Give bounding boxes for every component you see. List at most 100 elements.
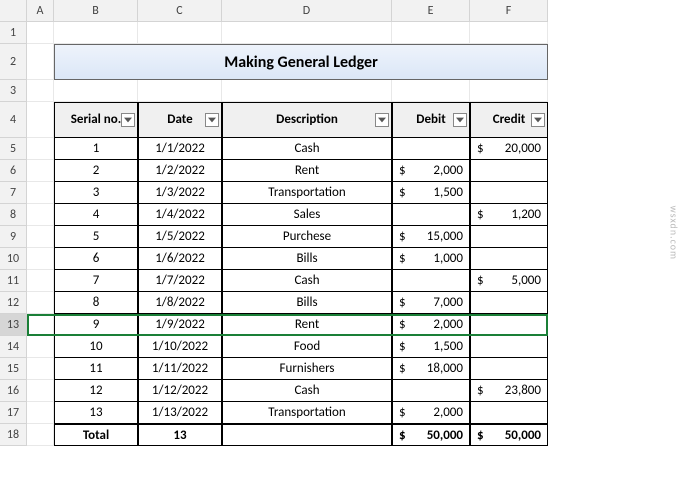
cell[interactable] [27, 424, 54, 446]
row-header-13[interactable]: 13 [0, 314, 27, 336]
total-count-cell[interactable]: 13 [138, 424, 222, 446]
cell-serial[interactable]: 9 [54, 314, 138, 336]
cell-date[interactable]: 1/10/2022 [138, 336, 222, 358]
table-header-serial-no[interactable]: Serial no. [54, 102, 138, 138]
filter-date-icon[interactable] [205, 113, 219, 127]
cell[interactable] [138, 22, 222, 44]
cell-serial[interactable]: 12 [54, 380, 138, 402]
cell-debit[interactable]: $2,000 [392, 160, 470, 182]
cell-date[interactable]: 1/9/2022 [138, 314, 222, 336]
cell-credit[interactable] [470, 314, 548, 336]
cell-credit[interactable] [470, 358, 548, 380]
cell-credit[interactable] [470, 292, 548, 314]
table-header-debit[interactable]: Debit [392, 102, 470, 138]
cell-serial[interactable]: 11 [54, 358, 138, 380]
row-header-18[interactable]: 18 [0, 424, 27, 446]
cell[interactable] [27, 226, 54, 248]
total-credit-cell[interactable]: $50,000 [470, 424, 548, 446]
cell-credit[interactable]: $20,000 [470, 138, 548, 160]
cell-credit[interactable]: $5,000 [470, 270, 548, 292]
row-header-8[interactable]: 8 [0, 204, 27, 226]
cell[interactable] [27, 160, 54, 182]
row-header-16[interactable]: 16 [0, 380, 27, 402]
cell-credit[interactable] [470, 226, 548, 248]
cell[interactable] [27, 182, 54, 204]
cell-credit[interactable] [470, 248, 548, 270]
table-header-description[interactable]: Description [222, 102, 392, 138]
total-debit-cell[interactable]: $50,000 [392, 424, 470, 446]
cell[interactable] [27, 358, 54, 380]
row-header-7[interactable]: 7 [0, 182, 27, 204]
table-header-date[interactable]: Date [138, 102, 222, 138]
cell[interactable] [27, 44, 54, 80]
cell[interactable] [27, 402, 54, 424]
cell-debit[interactable]: $1,500 [392, 336, 470, 358]
cell-debit[interactable]: $1,000 [392, 248, 470, 270]
cell[interactable] [392, 22, 470, 44]
column-header-E[interactable]: E [392, 0, 470, 22]
row-header-3[interactable]: 3 [0, 80, 27, 102]
cell-credit[interactable]: $23,800 [470, 380, 548, 402]
cell[interactable] [27, 22, 54, 44]
cell-description[interactable]: Rent [222, 314, 392, 336]
cell[interactable] [27, 270, 54, 292]
row-header-9[interactable]: 9 [0, 226, 27, 248]
row-header-11[interactable]: 11 [0, 270, 27, 292]
table-header-credit[interactable]: Credit [470, 102, 548, 138]
cell-serial[interactable]: 5 [54, 226, 138, 248]
cell[interactable] [392, 80, 470, 102]
cell-debit[interactable]: $18,000 [392, 358, 470, 380]
row-header-5[interactable]: 5 [0, 138, 27, 160]
cell[interactable] [27, 314, 54, 336]
cell[interactable] [27, 292, 54, 314]
cell-date[interactable]: 1/13/2022 [138, 402, 222, 424]
cell-debit[interactable] [392, 270, 470, 292]
cell-description[interactable]: Furnishers [222, 358, 392, 380]
cell[interactable] [54, 80, 138, 102]
cell[interactable] [470, 22, 548, 44]
column-header-B[interactable]: B [54, 0, 138, 22]
cell-date[interactable]: 1/4/2022 [138, 204, 222, 226]
cell-date[interactable]: 1/5/2022 [138, 226, 222, 248]
cell-debit[interactable] [392, 138, 470, 160]
row-header-2[interactable]: 2 [0, 44, 27, 80]
cell-description[interactable]: Bills [222, 292, 392, 314]
filter-description-icon[interactable] [375, 113, 389, 127]
cell[interactable] [470, 80, 548, 102]
cell-debit[interactable]: $2,000 [392, 314, 470, 336]
cell-debit[interactable] [392, 204, 470, 226]
cell-debit[interactable]: $1,500 [392, 182, 470, 204]
cell[interactable] [27, 248, 54, 270]
cell[interactable] [222, 22, 392, 44]
cell-description[interactable]: Transportation [222, 182, 392, 204]
cell[interactable] [222, 80, 392, 102]
row-header-12[interactable]: 12 [0, 292, 27, 314]
cell-credit[interactable] [470, 402, 548, 424]
cell[interactable] [27, 80, 54, 102]
cell-description[interactable]: Cash [222, 380, 392, 402]
cell-date[interactable]: 1/6/2022 [138, 248, 222, 270]
cell-description[interactable]: Food [222, 336, 392, 358]
cell[interactable] [27, 102, 54, 138]
cell-serial[interactable]: 4 [54, 204, 138, 226]
cell-serial[interactable]: 2 [54, 160, 138, 182]
select-all-corner[interactable] [0, 0, 27, 22]
cell[interactable] [27, 380, 54, 402]
cell-serial[interactable]: 6 [54, 248, 138, 270]
row-header-1[interactable]: 1 [0, 22, 27, 44]
cell-description[interactable]: Sales [222, 204, 392, 226]
row-header-10[interactable]: 10 [0, 248, 27, 270]
row-header-6[interactable]: 6 [0, 160, 27, 182]
cell-credit[interactable] [470, 336, 548, 358]
column-header-D[interactable]: D [222, 0, 392, 22]
cell-description[interactable]: Transportation [222, 402, 392, 424]
cell-serial[interactable]: 13 [54, 402, 138, 424]
cell-debit[interactable]: $7,000 [392, 292, 470, 314]
total-label-cell[interactable]: Total [54, 424, 138, 446]
cell-credit[interactable] [470, 160, 548, 182]
cell-serial[interactable]: 10 [54, 336, 138, 358]
cell-date[interactable]: 1/3/2022 [138, 182, 222, 204]
cell-description[interactable]: Rent [222, 160, 392, 182]
filter-credit-icon[interactable] [531, 113, 545, 127]
row-header-15[interactable]: 15 [0, 358, 27, 380]
